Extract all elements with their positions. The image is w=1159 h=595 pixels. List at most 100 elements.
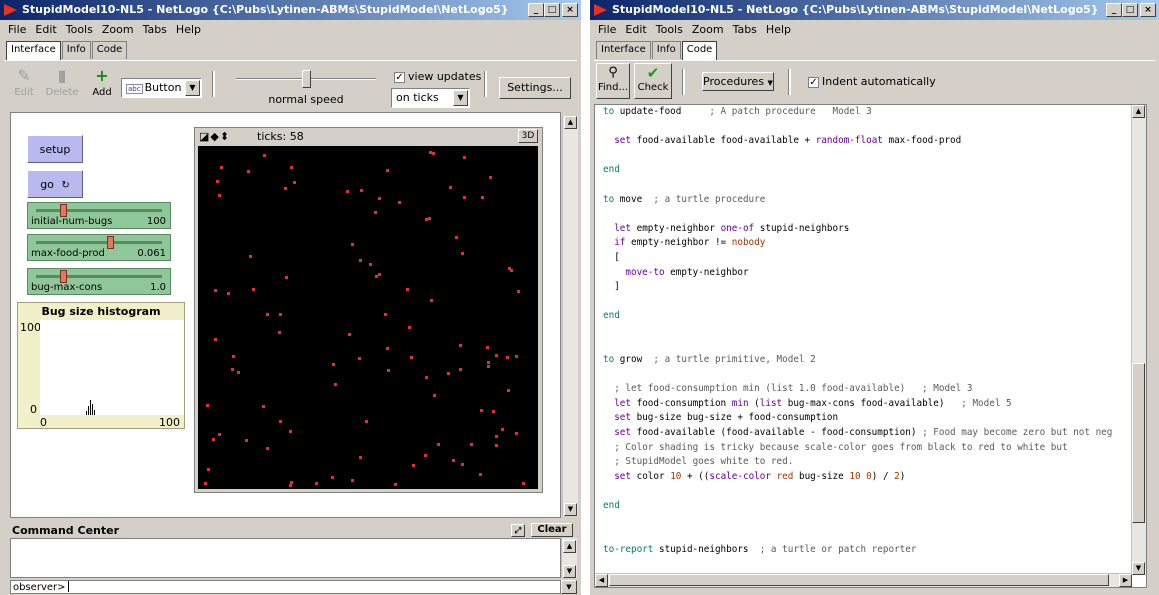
bug-turtle bbox=[331, 476, 334, 479]
minimize-button[interactable]: _ bbox=[1106, 3, 1122, 17]
delete-button[interactable]: ▮ Delete bbox=[44, 65, 80, 107]
bug-turtle bbox=[334, 383, 337, 386]
settings-button[interactable]: Settings... bbox=[499, 77, 571, 99]
menu-help[interactable]: Help bbox=[176, 21, 201, 39]
pencil-icon: ✎ bbox=[17, 66, 31, 85]
bug-turtle bbox=[332, 363, 335, 366]
bug-turtle bbox=[432, 152, 435, 155]
close-button[interactable]: × bbox=[1140, 3, 1156, 17]
bug-size-histogram[interactable]: Bug size histogram 100 0 0 100 bbox=[17, 302, 185, 429]
tab-code[interactable]: Code bbox=[681, 41, 718, 60]
tab-interface[interactable]: Interface bbox=[596, 41, 651, 59]
code-horizontal-scrollbar[interactable]: ◀ ▶ bbox=[595, 573, 1132, 587]
edit-button[interactable]: ✎ Edit bbox=[10, 65, 38, 107]
bug-turtle bbox=[232, 355, 235, 358]
scroll-up-icon[interactable]: ▲ bbox=[1132, 105, 1145, 118]
bug-turtle bbox=[394, 483, 397, 486]
bug-turtle bbox=[495, 354, 498, 357]
command-input[interactable]: observer> bbox=[10, 580, 561, 594]
maximize-button[interactable]: □ bbox=[1122, 3, 1138, 17]
expand-icon[interactable]: ⤢ bbox=[511, 524, 525, 537]
scroll-down-icon[interactable]: ▼ bbox=[1132, 562, 1145, 575]
code-editor[interactable]: to update-food ; A patch procedure Model… bbox=[594, 104, 1147, 588]
bug-turtle bbox=[290, 166, 293, 169]
bug-turtle bbox=[315, 482, 318, 485]
code-line: set bug-size bug-size + food-consumption bbox=[614, 412, 839, 424]
history-dropdown[interactable]: ▼ bbox=[561, 580, 577, 594]
3d-button[interactable]: 3D bbox=[518, 129, 538, 143]
bug-turtle bbox=[487, 361, 490, 364]
menu-zoom[interactable]: Zoom bbox=[692, 21, 724, 39]
chevron-down-icon: ▼ bbox=[767, 79, 773, 87]
bug-turtle bbox=[285, 276, 288, 279]
indent-checkbox[interactable]: ✓ Indent automatically bbox=[808, 75, 936, 88]
command-center-header: Command Center ⤢ Clear bbox=[10, 523, 577, 538]
interface-scrollbar[interactable]: ▲ ▼ bbox=[562, 116, 578, 516]
title-bar[interactable]: StupidModel10-NL5 - NetLogo {C:\Pubs\Lyt… bbox=[0, 0, 581, 20]
menu-edit[interactable]: Edit bbox=[625, 21, 646, 39]
bug-turtle bbox=[263, 154, 266, 157]
slider-max-food-prod[interactable]: max-food-prod 0.061 bbox=[27, 234, 171, 261]
slider-knob[interactable] bbox=[106, 236, 114, 249]
bug-turtle bbox=[247, 170, 250, 173]
command-scrollbar[interactable]: ▲ ▼ bbox=[561, 538, 577, 578]
tab-info[interactable]: Info bbox=[651, 41, 681, 59]
maximize-button[interactable]: □ bbox=[544, 3, 560, 17]
procedures-dropdown[interactable]: Procedures ▼ bbox=[702, 72, 774, 91]
command-center: Command Center ⤢ Clear ▲ ▼ observer> ▼ bbox=[10, 520, 577, 594]
tab-info[interactable]: Info bbox=[61, 41, 91, 59]
slider-bug-max-cons[interactable]: bug-max-cons 1.0 bbox=[27, 268, 171, 295]
menu-help[interactable]: Help bbox=[766, 21, 791, 39]
check-button[interactable]: ✔ Check bbox=[634, 63, 672, 99]
scroll-up-icon[interactable]: ▲ bbox=[563, 540, 576, 553]
scroll-thumb[interactable] bbox=[1132, 363, 1145, 523]
menu-tools[interactable]: Tools bbox=[66, 21, 93, 39]
code-vertical-scrollbar[interactable]: ▲ ▼ bbox=[1131, 105, 1146, 575]
speed-slider-thumb[interactable] bbox=[302, 70, 311, 88]
bug-turtle bbox=[428, 217, 431, 220]
scroll-thumb[interactable] bbox=[609, 574, 1109, 586]
bug-turtle bbox=[374, 211, 377, 214]
menu-tabs[interactable]: Tabs bbox=[733, 21, 757, 39]
menu-tools[interactable]: Tools bbox=[656, 21, 683, 39]
code-toolbar: ⚲ Find... ✔ Check Procedures ▼ ✓ Indent a… bbox=[594, 60, 1155, 102]
code-text[interactable]: to update-food ; A patch procedure Model… bbox=[603, 105, 1112, 587]
scroll-up-icon[interactable]: ▲ bbox=[564, 116, 577, 129]
title-bar[interactable]: StupidModel10-NL5 - NetLogo {C:\Pubs\Lyt… bbox=[590, 0, 1159, 20]
setup-button[interactable]: setup bbox=[27, 135, 83, 163]
scroll-left-icon[interactable]: ◀ bbox=[595, 574, 608, 587]
update-mode-select[interactable]: on ticks ▼ bbox=[391, 88, 470, 108]
world-canvas[interactable] bbox=[198, 146, 538, 489]
add-button[interactable]: + Add bbox=[88, 65, 116, 107]
close-button[interactable]: × bbox=[562, 3, 578, 17]
bug-turtle bbox=[231, 368, 234, 371]
tab-interface[interactable]: Interface bbox=[6, 41, 61, 60]
view-updates-checkbox[interactable]: ✓ view updates bbox=[394, 70, 481, 83]
code-line: let food-consumption min (list bug-max-c… bbox=[614, 397, 1012, 409]
bug-turtle bbox=[515, 355, 518, 358]
minimize-button[interactable]: _ bbox=[528, 3, 544, 17]
scroll-down-icon[interactable]: ▼ bbox=[564, 503, 577, 516]
menu-file[interactable]: File bbox=[8, 21, 26, 39]
magnifier-icon: ⚲ bbox=[608, 65, 618, 80]
menu-edit[interactable]: Edit bbox=[35, 21, 56, 39]
bug-turtle bbox=[358, 357, 361, 360]
bug-turtle bbox=[501, 428, 504, 431]
scroll-right-icon[interactable]: ▶ bbox=[1119, 574, 1132, 587]
menu-zoom[interactable]: Zoom bbox=[102, 21, 134, 39]
menu-file[interactable]: File bbox=[598, 21, 616, 39]
find-button[interactable]: ⚲ Find... bbox=[596, 63, 630, 99]
view-control-icons[interactable]: ◪◆⬍ bbox=[199, 130, 230, 143]
chevron-down-icon: ▼ bbox=[185, 80, 200, 96]
scroll-down-icon[interactable]: ▼ bbox=[563, 565, 576, 578]
bug-turtle bbox=[212, 438, 215, 441]
tab-code[interactable]: Code bbox=[91, 41, 128, 59]
menu-tabs[interactable]: Tabs bbox=[143, 21, 167, 39]
slider-initial-num-bugs[interactable]: initial-num-bugs 100 bbox=[27, 202, 171, 229]
go-button[interactable]: go ↻ bbox=[27, 170, 83, 198]
clear-button[interactable]: Clear bbox=[531, 523, 573, 537]
interface-toolbar: ✎ Edit ▮ Delete + Add abc Button ▼ normal… bbox=[4, 60, 577, 110]
widget-type-select[interactable]: abc Button ▼ bbox=[121, 78, 202, 98]
bug-turtle bbox=[452, 459, 455, 462]
